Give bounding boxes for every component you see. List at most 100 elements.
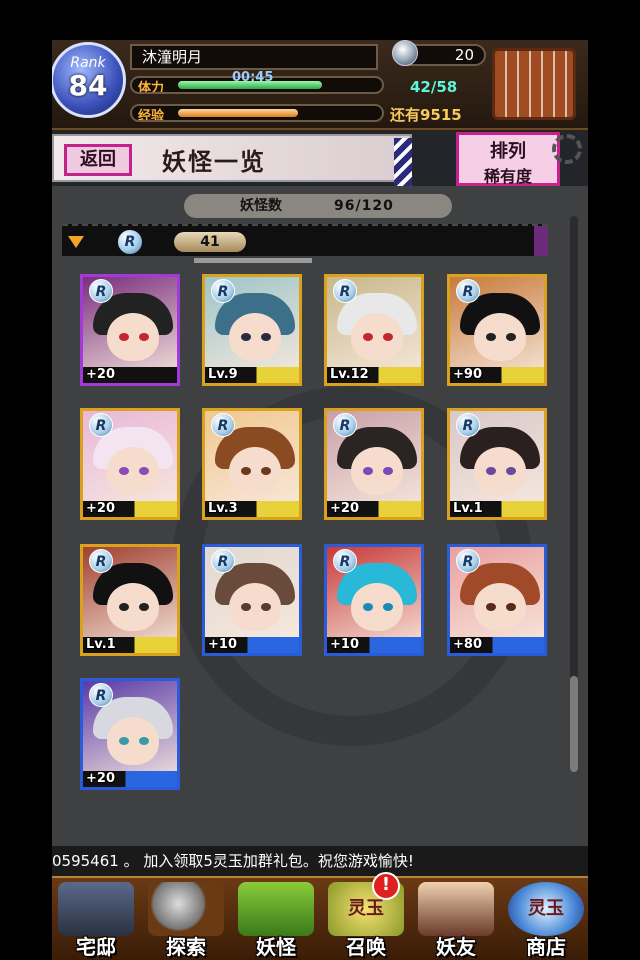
monster-eye [506,333,516,341]
title-row: 返回 妖怪一览 排列 稀有度 [52,132,588,186]
monster-face [107,717,159,765]
monster-card[interactable]: R +80 [447,544,547,656]
monster-eye [119,603,129,611]
card-level-label: +90 [450,367,544,383]
monster-card[interactable]: R Lv.3 [202,408,302,520]
sort-label: 排列 [490,141,526,162]
card-level-label: +10 [327,637,421,653]
rarity-r-icon: R [333,549,357,573]
monster-eye [139,333,149,341]
horizontal-scroll-indicator [194,258,312,263]
card-level-label: +20 [83,367,177,383]
gem-icon [392,40,418,66]
monster-card[interactable]: R +90 [447,274,547,386]
monster-eye [383,467,393,475]
rarity-r-icon: R [456,279,480,303]
monster-eye [486,333,496,341]
nav-friends[interactable]: 妖友 [412,880,500,960]
rarity-r-icon: R [211,549,235,573]
back-button[interactable]: 返回 [64,144,132,176]
monster-eye [139,467,149,475]
monster-eye [241,467,251,475]
rarity-r-icon: R [89,683,113,707]
monster-card[interactable]: R +20 [324,408,424,520]
monster-eye [486,467,496,475]
sort-button[interactable]: 排列 稀有度 [456,132,560,186]
monster-card[interactable]: R +20 [80,678,180,790]
sort-mode: 稀有度 [483,167,532,186]
monster-eye [139,603,149,611]
monster-card[interactable]: R +10 [202,544,302,656]
card-level-label: Lv.9 [205,367,299,383]
monster-scroll-icon [238,882,314,936]
card-level-label: +80 [450,637,544,653]
monster-list[interactable]: 妖怪数 96/120 R 41 R +20 R Lv.9 R Lv.12 R +90 R +20 R… [52,186,588,890]
group-count: 41 [174,232,246,252]
monster-eye [261,467,271,475]
monster-card[interactable]: R Lv.9 [202,274,302,386]
monster-eye [119,467,129,475]
rarity-r-icon: R [89,549,113,573]
monster-eye [241,333,251,341]
card-level-label: +20 [83,501,177,517]
exp-fill [178,109,298,117]
rarity-r-icon: R [211,279,235,303]
nav-home[interactable]: 宅邸 [52,880,140,960]
monster-eye [119,333,129,341]
monster-card[interactable]: R +20 [80,274,180,386]
scrollbar-thumb[interactable] [570,676,578,772]
nav-shop[interactable]: 灵玉 商店 [502,880,588,960]
notification-badge: ! [372,872,400,900]
monster-face [474,583,526,631]
monster-card[interactable]: R Lv.12 [324,274,424,386]
nav-explore[interactable]: 探索 [142,880,230,960]
monster-face [474,313,526,361]
monster-card[interactable]: R Lv.1 [80,544,180,656]
rarity-r-icon: R [118,230,142,254]
treasure-chest-icon[interactable] [492,48,576,120]
monster-face [351,583,403,631]
exp-remaining: 还有9515 [390,106,462,124]
monster-face [107,583,159,631]
monster-face [474,447,526,495]
player-name: 沐潼明月 [130,44,378,70]
monster-face [351,447,403,495]
page-title: 妖怪一览 [162,148,266,176]
house-icon [58,882,134,936]
monster-count-label: 妖怪数 [240,198,282,214]
rarity-group-header[interactable]: R 41 [62,224,548,256]
monster-face [229,313,281,361]
nav-friends-label: 妖友 [436,935,476,959]
rarity-r-icon: R [211,413,235,437]
monster-face [107,313,159,361]
monster-count: 妖怪数 96/120 [184,194,452,218]
monster-face [229,583,281,631]
rarity-r-icon: R [333,413,357,437]
nav-shop-label: 商店 [526,935,566,959]
monster-eye [363,333,373,341]
monster-eye [506,467,516,475]
monster-card[interactable]: R Lv.1 [447,408,547,520]
title-banner: 返回 妖怪一览 [52,134,412,186]
nav-monsters[interactable]: 妖怪 [232,880,320,960]
nav-monsters-label: 妖怪 [256,935,296,959]
gear-icon [552,134,582,164]
status-header: Rank 84 沐潼明月 20 体力 00:45 42/58 经验 还有9515 [52,40,588,130]
card-level-label: +20 [327,501,421,517]
monster-eye [363,603,373,611]
monster-card[interactable]: R +10 [324,544,424,656]
game-screen: Rank 84 沐潼明月 20 体力 00:45 42/58 经验 还有9515… [52,40,588,960]
rank-emblem[interactable]: Rank 84 [52,42,126,118]
monster-eye [383,603,393,611]
monster-eye [486,603,496,611]
bottom-nav: 宅邸 探索 妖怪 灵玉 ! 召唤 妖友 灵玉 商店 [52,872,588,960]
nav-summon[interactable]: 灵玉 ! 召唤 [322,872,410,960]
monster-eye [139,737,149,745]
monster-card[interactable]: R +20 [80,408,180,520]
card-level-label: Lv.1 [450,501,544,517]
magnifier-icon [148,882,224,936]
fox-girl-icon [418,882,494,936]
exp-label: 经验 [138,109,165,122]
nav-summon-label: 召唤 [346,935,386,959]
rarity-r-icon: R [456,413,480,437]
